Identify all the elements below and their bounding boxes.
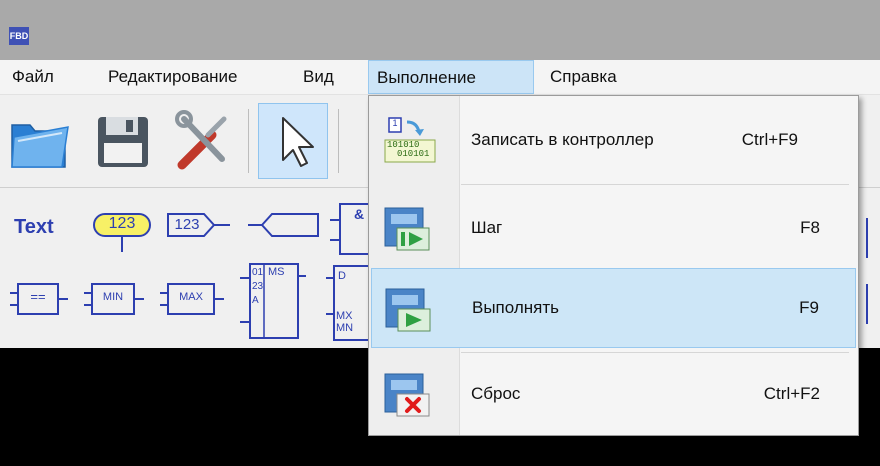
menu-item-label: Сброс: [471, 384, 521, 403]
write-to-controller-icon: 1 101010 010101: [383, 116, 436, 164]
mx-label: MX: [336, 310, 353, 322]
run-menu-dropdown: 1 101010 010101 Записать в контроллер Ct…: [368, 95, 859, 436]
constant-value: 123: [108, 215, 136, 232]
pointer-icon: [282, 117, 314, 167]
save-button[interactable]: [88, 103, 158, 179]
and-block-tool[interactable]: &: [330, 202, 371, 258]
menu-item-shortcut: F9: [799, 298, 819, 317]
menu-item-write-controller[interactable]: 1 101010 010101 Записать в контроллер Ct…: [371, 100, 856, 180]
and-symbol: &: [354, 206, 365, 222]
controller-badge: 1: [392, 118, 398, 128]
menu-run[interactable]: Выполнение: [368, 60, 534, 94]
menu-item-shortcut: Ctrl+F2: [763, 384, 820, 403]
menu-view[interactable]: Вид: [295, 60, 342, 94]
ms-label: MS: [268, 266, 285, 278]
palette-cutoff-block: [866, 218, 880, 258]
ms-block-tool[interactable]: 0123A MS: [240, 262, 306, 342]
menu-item-run[interactable]: Выполнять F9: [371, 268, 856, 348]
input-value: 123: [174, 216, 200, 233]
menu-item-reset[interactable]: Сброс Ctrl+F2: [371, 354, 856, 434]
reset-icon: [383, 370, 431, 418]
menu-item-shortcut: Ctrl+F9: [741, 130, 798, 149]
binary-bottom: 010101: [397, 149, 430, 159]
open-folder-icon: [11, 124, 69, 168]
menu-separator: [461, 352, 849, 353]
output-block-icon: [248, 213, 319, 237]
run-icon: [384, 285, 432, 333]
menu-file[interactable]: Файл: [4, 60, 62, 94]
menu-edit[interactable]: Редактирование: [100, 60, 246, 94]
input-block-tool[interactable]: 123: [166, 212, 232, 238]
constant-block-tool[interactable]: 123: [92, 212, 152, 254]
max-block-tool[interactable]: MAX: [160, 282, 226, 316]
palette-cutoff-block: [866, 284, 880, 324]
menu-item-label: Записать в контроллер: [471, 130, 654, 149]
menu-bar: Файл Редактирование Вид Выполнение Справ…: [0, 60, 880, 95]
step-icon: [383, 204, 431, 252]
app-icon[interactable]: FBD: [9, 27, 29, 45]
open-button[interactable]: [4, 103, 74, 179]
menu-item-label: Выполнять: [472, 298, 560, 317]
text-block-tool[interactable]: Text: [14, 216, 54, 239]
ms-digits: 0123A: [252, 267, 264, 306]
compare-label: ==: [30, 289, 46, 304]
pointer-button[interactable]: [258, 103, 328, 179]
max-label: MAX: [179, 291, 203, 303]
title-bar: FBD: [0, 0, 880, 60]
save-icon: [98, 117, 148, 167]
menu-item-shortcut: F8: [800, 218, 820, 237]
mn-label: MN: [336, 322, 354, 334]
tools-icon: [175, 110, 227, 170]
menu-item-label: Шаг: [471, 218, 503, 237]
menu-item-step[interactable]: Шаг F8: [371, 188, 856, 268]
output-block-tool[interactable]: [246, 212, 320, 238]
min-block-tool[interactable]: MIN: [84, 282, 146, 316]
min-label: MIN: [102, 291, 124, 303]
toolbar-separator: [248, 109, 249, 173]
mx-d-label: D: [338, 270, 346, 282]
menu-separator: [461, 184, 849, 185]
toolbar-separator: [338, 109, 339, 173]
tools-button[interactable]: [168, 103, 238, 179]
compare-block-tool[interactable]: ==: [10, 282, 70, 316]
menu-help[interactable]: Справка: [542, 60, 625, 94]
mx-block-tool[interactable]: D MX MN: [326, 264, 371, 344]
